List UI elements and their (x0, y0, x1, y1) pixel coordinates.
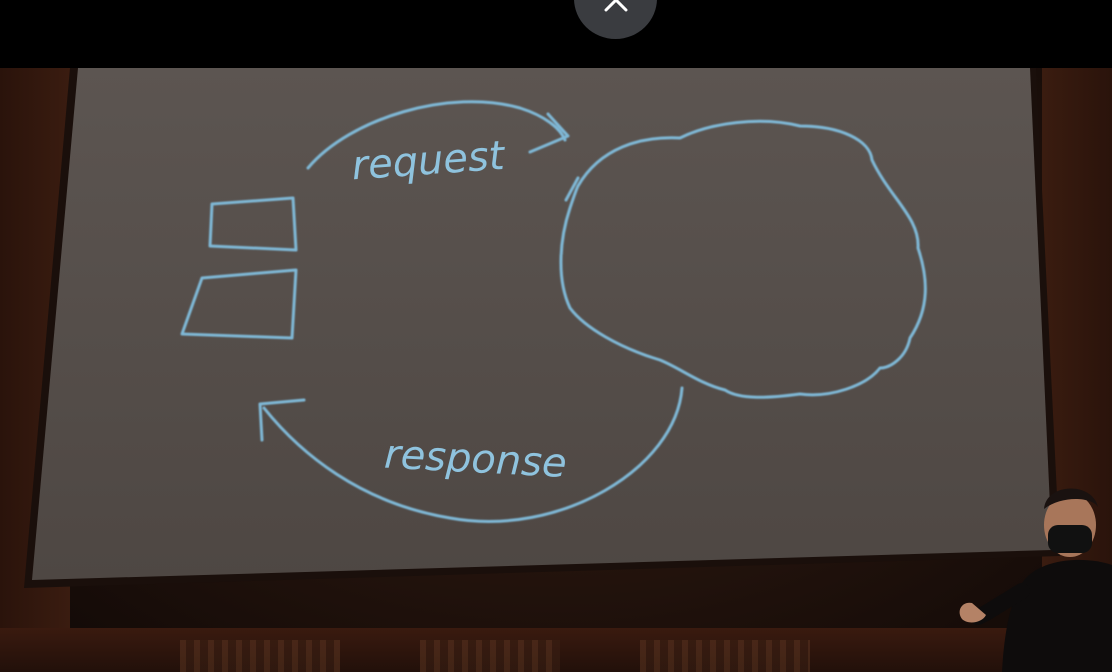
stage-ornament (180, 640, 340, 672)
close-button[interactable] (574, 0, 657, 39)
response-label: response (383, 432, 568, 487)
close-icon (604, 0, 627, 12)
presenter (959, 488, 1112, 672)
video-viewer: request response (0, 0, 1112, 672)
stage-ornament (640, 640, 810, 672)
presenter-body (1002, 559, 1112, 672)
presenter-mask (1048, 525, 1092, 553)
stage-ornament (420, 640, 560, 672)
viewer-top-bar (0, 0, 1112, 68)
video-frame: request response (0, 68, 1112, 672)
